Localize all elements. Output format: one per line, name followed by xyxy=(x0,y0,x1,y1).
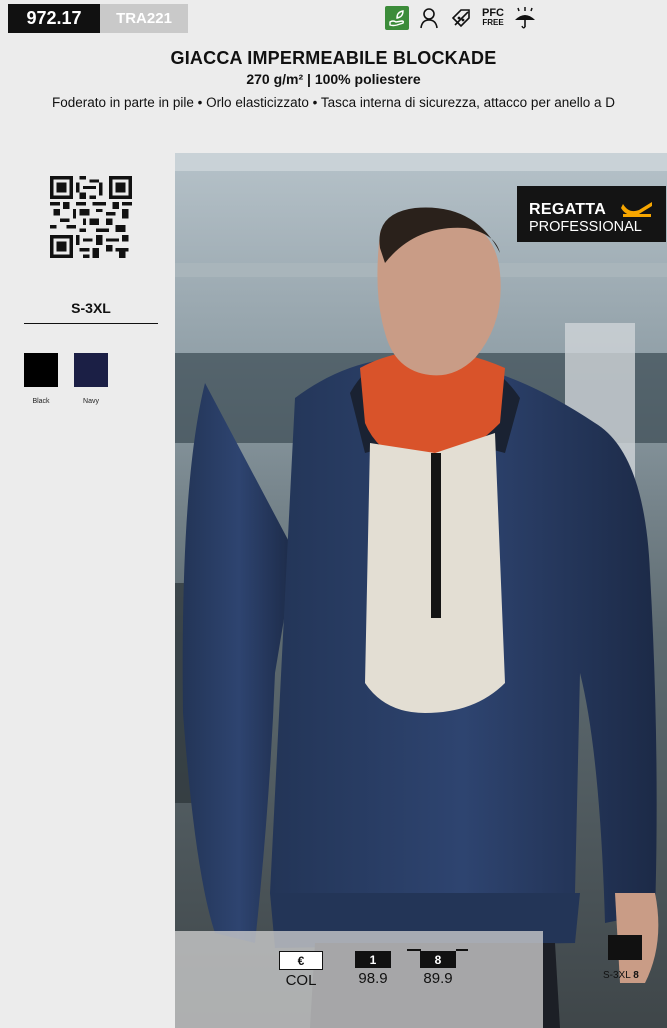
swatch-navy[interactable] xyxy=(74,353,108,387)
pfc-free-label: FREE xyxy=(482,18,504,27)
eco-hand-leaf-icon xyxy=(385,6,409,30)
qty-1-header: 1 xyxy=(355,951,391,968)
pack-qty: 8 xyxy=(633,970,639,981)
pfc-label: PFC xyxy=(482,7,504,19)
product-specs: 270 g/m² | 100% poliestere xyxy=(246,71,421,87)
brand-line: PROFESSIONAL xyxy=(529,219,642,235)
qr-code[interactable] xyxy=(50,176,132,258)
qty-8-header: 8 xyxy=(420,951,456,968)
product-photo xyxy=(175,153,667,1028)
product-header: GIACCA IMPERMEABILE BLOCKADE 270 g/m² | … xyxy=(0,48,667,110)
price-table: € COL 1 98.9 8 89.9 xyxy=(175,931,543,1028)
product-reference: TRA221 xyxy=(100,4,188,33)
tier-line-right xyxy=(456,949,468,951)
price-col-currency: € COL xyxy=(279,951,323,989)
swatch-navy-label: Navy xyxy=(83,398,99,405)
brand-name: REGATTA xyxy=(529,201,607,218)
pack-size-range: S-3XL xyxy=(603,970,631,981)
brand-logo: REGATTA PROFESSIONAL xyxy=(517,186,666,242)
feature-icons: PFC FREE xyxy=(385,6,537,30)
top-bar: 972.17 TRA221 PFC FREE xyxy=(0,0,667,34)
size-range: S-3XL xyxy=(24,300,158,324)
brand-swoosh-icon xyxy=(621,202,652,217)
pack-note: S-3XL 8 xyxy=(603,970,639,981)
swatch-black-label: Black xyxy=(32,398,50,405)
swatch-black[interactable] xyxy=(24,353,58,387)
product-code: 972.17 xyxy=(8,4,100,33)
pack-tag xyxy=(608,935,642,960)
no-discount-tag-icon xyxy=(449,6,473,30)
person-icon xyxy=(417,6,441,30)
product-title: GIACCA IMPERMEABILE BLOCKADE xyxy=(170,48,497,68)
price-qty-1: 98.9 xyxy=(358,970,388,987)
sidebar: S-3XL Black Navy xyxy=(0,160,175,1028)
currency-header: € xyxy=(279,951,323,970)
price-col-8: 8 89.9 xyxy=(420,951,456,987)
price-qty-8: 89.9 xyxy=(423,970,453,987)
product-features: Foderato in parte in pile • Orlo elastic… xyxy=(52,95,615,110)
pfc-free-icon: PFC FREE xyxy=(481,6,505,30)
umbrella-rain-icon xyxy=(513,6,537,30)
tier-line-left xyxy=(407,949,421,951)
price-col-1: 1 98.9 xyxy=(355,951,391,987)
currency-label: COL xyxy=(285,972,317,989)
